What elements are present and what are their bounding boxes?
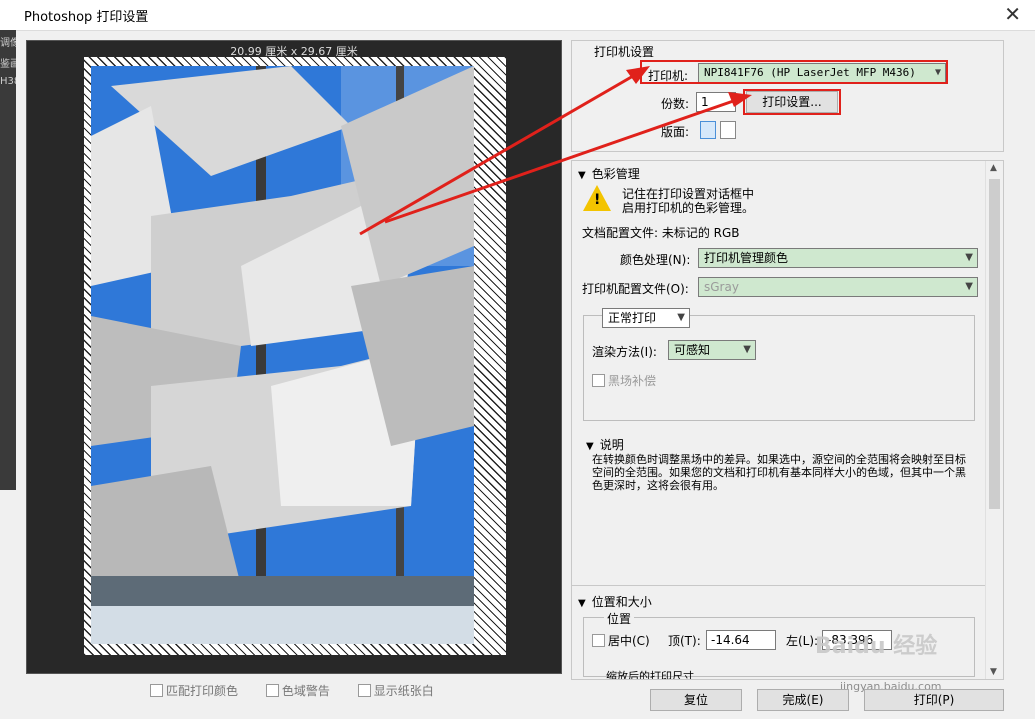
- vertical-scrollbar[interactable]: ▲ ▼: [985, 161, 1003, 679]
- scroll-up-icon[interactable]: ▲: [990, 163, 997, 173]
- warning-line-2: 启用打印机的色彩管理。: [622, 201, 755, 215]
- top-input[interactable]: -14.64: [706, 630, 776, 650]
- chevron-down-icon: ▼: [743, 344, 751, 355]
- description-header[interactable]: ▼ 说明: [586, 436, 624, 453]
- scroll-down-icon[interactable]: ▼: [990, 667, 997, 677]
- rendering-select[interactable]: 可感知 ▼: [668, 340, 756, 360]
- collapse-triangle-icon: ▼: [586, 441, 594, 452]
- position-label: 位置: [604, 610, 635, 627]
- chevron-down-icon: ▼: [965, 281, 973, 292]
- printer-profile-select: sGray ▼: [698, 277, 978, 297]
- checkbox: [592, 374, 605, 387]
- done-button[interactable]: 完成(E): [757, 689, 849, 711]
- chevron-down-icon: ▼: [677, 312, 685, 323]
- color-handling-label: 颜色处理(N):: [620, 253, 691, 267]
- left-label: 左(L):: [786, 634, 819, 648]
- document-profile: 文档配置文件: 未标记的 RGB: [582, 226, 740, 240]
- normal-print-select[interactable]: 正常打印 ▼: [602, 308, 690, 328]
- center-option[interactable]: 居中(C): [592, 632, 650, 649]
- reset-button[interactable]: 复位: [650, 689, 742, 711]
- checkbox[interactable]: [592, 634, 605, 647]
- settings-scroll-panel[interactable]: ▼ 色彩管理 ! 记住在打印设置对话框中 启用打印机的色彩管理。 文档配置文件: …: [571, 160, 1004, 680]
- color-handling-select[interactable]: 打印机管理颜色 ▼: [698, 248, 978, 268]
- collapse-triangle-icon: ▼: [578, 170, 586, 181]
- description-text: 在转换颜色时调整黑场中的差异。如果选中，源空间的全范围将会映射至目标空间的全范围…: [592, 453, 966, 492]
- top-label: 顶(T):: [668, 634, 701, 648]
- rendering-group: 正常打印 ▼ 渲染方法(I): 可感知 ▼ 黑场补偿: [583, 308, 975, 421]
- printer-profile-label: 打印机配置文件(O):: [582, 282, 689, 296]
- warning-icon: !: [583, 185, 611, 211]
- divider: [572, 585, 987, 586]
- print-button[interactable]: 打印(P): [864, 689, 1004, 711]
- chevron-down-icon: ▼: [965, 252, 973, 263]
- baidu-watermark-logo: Baidu 经验: [815, 634, 938, 659]
- scaled-print-size-label: 缩放后的打印尺寸: [606, 670, 694, 680]
- position-size-header[interactable]: ▼ 位置和大小: [578, 593, 652, 610]
- collapse-triangle-icon: ▼: [578, 598, 586, 609]
- black-point-option: 黑场补偿: [592, 372, 656, 389]
- scrollbar-thumb[interactable]: [989, 179, 1000, 509]
- rendering-label: 渲染方法(I):: [592, 345, 657, 359]
- color-management-header[interactable]: ▼ 色彩管理: [578, 165, 640, 182]
